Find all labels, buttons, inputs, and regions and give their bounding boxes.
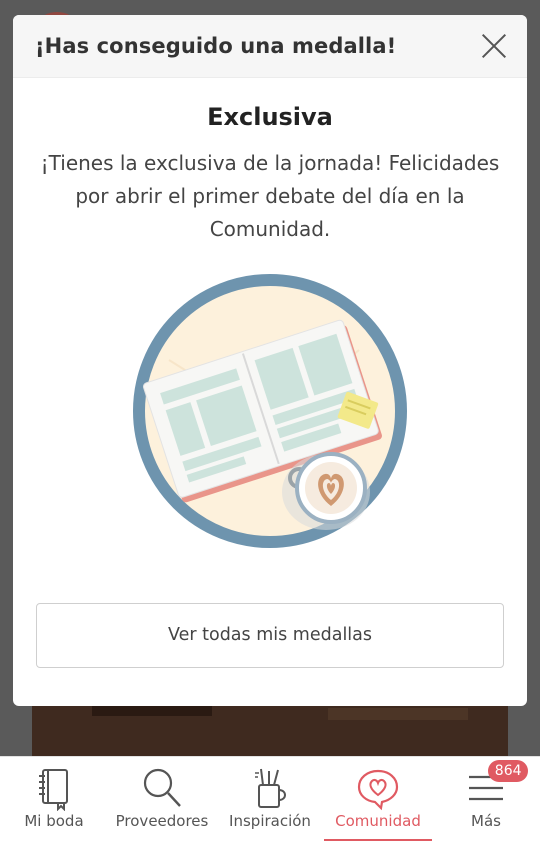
nav-label-mas: Más	[471, 812, 501, 830]
nav-item-mi-boda[interactable]: Mi boda	[0, 757, 108, 841]
heart-chat-icon	[357, 769, 399, 811]
medal-illustration	[133, 274, 407, 548]
nav-item-proveedores[interactable]: Proveedores	[108, 757, 216, 841]
nav-item-comunidad[interactable]: Comunidad	[324, 757, 432, 841]
nav-label-mi-boda: Mi boda	[24, 812, 84, 830]
nav-label-proveedores: Proveedores	[115, 812, 209, 830]
medal-name: Exclusiva	[207, 103, 333, 131]
nav-label-inspiracion: Inspiración	[229, 812, 311, 830]
notification-badge: 864	[488, 760, 529, 782]
bottom-navigation: Mi boda Proveedores Inspiración Comunida…	[0, 756, 540, 841]
nav-item-mas[interactable]: 864 Más	[432, 757, 540, 841]
dialog-header: ¡Has conseguido una medalla!	[13, 15, 527, 78]
view-all-medals-button[interactable]: Ver todas mis medallas	[36, 603, 504, 668]
medal-dialog: ¡Has conseguido una medalla! Exclusiva ¡…	[13, 15, 527, 706]
notebook-icon	[39, 769, 68, 811]
medal-description: ¡Tienes la exclusiva de la jornada! Feli…	[40, 151, 500, 241]
nav-label-comunidad: Comunidad	[335, 812, 421, 830]
search-icon	[143, 768, 181, 807]
nav-item-inspiracion[interactable]: Inspiración	[216, 757, 324, 841]
dialog-title: ¡Has conseguido una medalla!	[35, 34, 397, 58]
pencil-cup-icon	[255, 768, 286, 808]
background-photo	[32, 700, 508, 756]
close-icon[interactable]	[481, 33, 507, 59]
